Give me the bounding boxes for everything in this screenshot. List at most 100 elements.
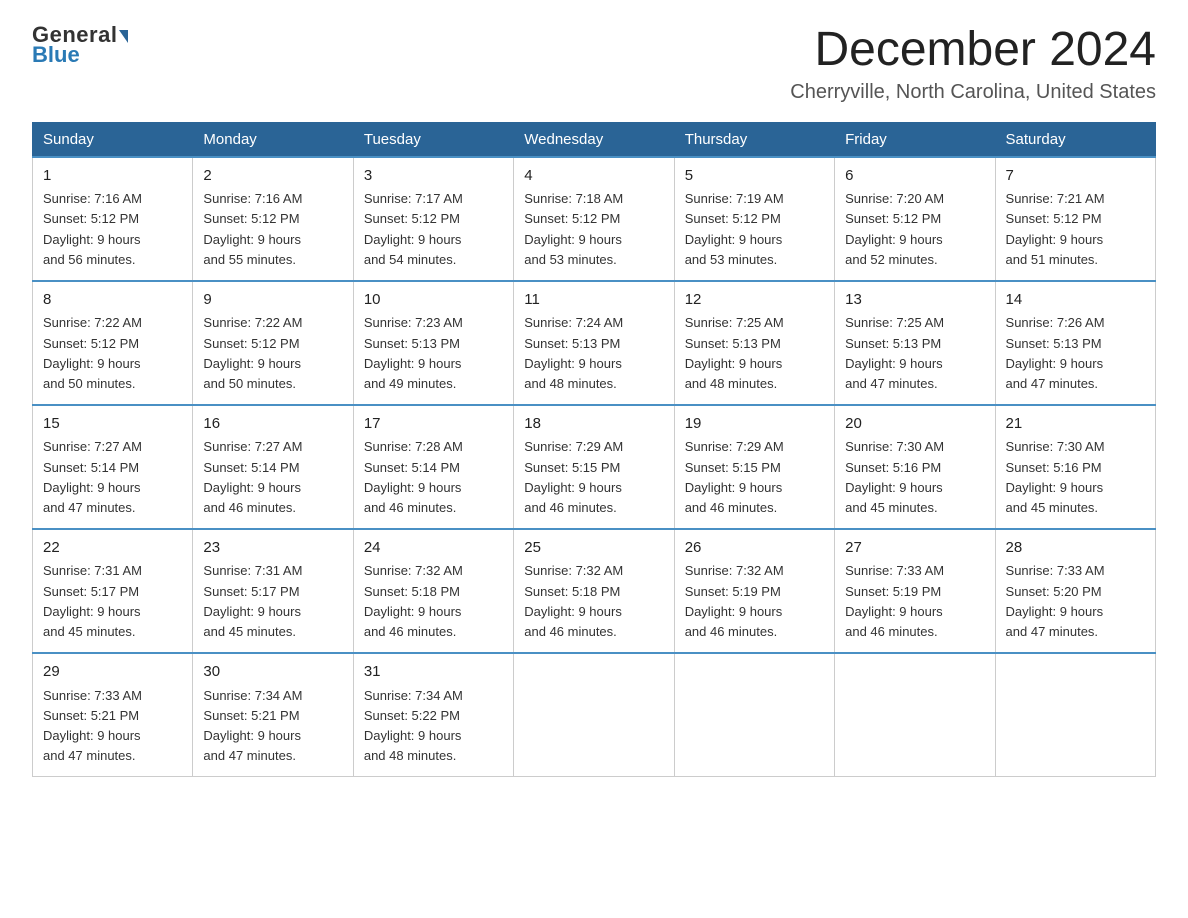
day-number: 12 (685, 289, 824, 312)
calendar-cell: 13Sunrise: 7:25 AMSunset: 5:13 PMDayligh… (835, 281, 995, 405)
calendar-cell: 15Sunrise: 7:27 AMSunset: 5:14 PMDayligh… (33, 405, 193, 529)
day-number: 24 (364, 537, 503, 560)
title-block: December 2024 Cherryville, North Carolin… (790, 24, 1156, 104)
day-number: 3 (364, 165, 503, 188)
page-header: General Blue December 2024 Cherryville, … (32, 24, 1156, 104)
logo-bottom: Blue (32, 44, 80, 66)
day-number: 10 (364, 289, 503, 312)
day-number: 8 (43, 289, 182, 312)
calendar-cell: 24Sunrise: 7:32 AMSunset: 5:18 PMDayligh… (353, 529, 513, 653)
logo: General Blue (32, 24, 128, 66)
day-number: 15 (43, 413, 182, 436)
day-info: Sunrise: 7:33 AMSunset: 5:19 PMDaylight:… (845, 561, 984, 642)
day-info: Sunrise: 7:31 AMSunset: 5:17 PMDaylight:… (203, 561, 342, 642)
day-info: Sunrise: 7:29 AMSunset: 5:15 PMDaylight:… (524, 437, 663, 518)
day-info: Sunrise: 7:33 AMSunset: 5:21 PMDaylight:… (43, 686, 182, 767)
day-info: Sunrise: 7:17 AMSunset: 5:12 PMDaylight:… (364, 189, 503, 270)
day-number: 29 (43, 661, 182, 684)
calendar-cell: 31Sunrise: 7:34 AMSunset: 5:22 PMDayligh… (353, 653, 513, 777)
calendar-cell: 21Sunrise: 7:30 AMSunset: 5:16 PMDayligh… (995, 405, 1155, 529)
weekday-header-row: SundayMondayTuesdayWednesdayThursdayFrid… (33, 122, 1156, 157)
weekday-header-monday: Monday (193, 122, 353, 157)
day-number: 6 (845, 165, 984, 188)
day-number: 7 (1006, 165, 1145, 188)
calendar-cell: 12Sunrise: 7:25 AMSunset: 5:13 PMDayligh… (674, 281, 834, 405)
calendar-cell: 3Sunrise: 7:17 AMSunset: 5:12 PMDaylight… (353, 157, 513, 281)
day-info: Sunrise: 7:34 AMSunset: 5:21 PMDaylight:… (203, 686, 342, 767)
day-info: Sunrise: 7:25 AMSunset: 5:13 PMDaylight:… (685, 313, 824, 394)
calendar-cell: 16Sunrise: 7:27 AMSunset: 5:14 PMDayligh… (193, 405, 353, 529)
day-number: 22 (43, 537, 182, 560)
calendar-cell: 17Sunrise: 7:28 AMSunset: 5:14 PMDayligh… (353, 405, 513, 529)
calendar-cell (835, 653, 995, 777)
day-number: 19 (685, 413, 824, 436)
logo-arrow-icon (119, 30, 128, 43)
calendar-cell: 19Sunrise: 7:29 AMSunset: 5:15 PMDayligh… (674, 405, 834, 529)
calendar-cell: 18Sunrise: 7:29 AMSunset: 5:15 PMDayligh… (514, 405, 674, 529)
day-number: 20 (845, 413, 984, 436)
day-info: Sunrise: 7:27 AMSunset: 5:14 PMDaylight:… (203, 437, 342, 518)
day-info: Sunrise: 7:21 AMSunset: 5:12 PMDaylight:… (1006, 189, 1145, 270)
day-number: 23 (203, 537, 342, 560)
weekday-header-saturday: Saturday (995, 122, 1155, 157)
day-info: Sunrise: 7:26 AMSunset: 5:13 PMDaylight:… (1006, 313, 1145, 394)
week-row-3: 15Sunrise: 7:27 AMSunset: 5:14 PMDayligh… (33, 405, 1156, 529)
month-title: December 2024 (790, 24, 1156, 77)
day-number: 27 (845, 537, 984, 560)
calendar-cell: 27Sunrise: 7:33 AMSunset: 5:19 PMDayligh… (835, 529, 995, 653)
day-number: 30 (203, 661, 342, 684)
day-number: 1 (43, 165, 182, 188)
day-info: Sunrise: 7:29 AMSunset: 5:15 PMDaylight:… (685, 437, 824, 518)
location-title: Cherryville, North Carolina, United Stat… (790, 81, 1156, 104)
day-info: Sunrise: 7:16 AMSunset: 5:12 PMDaylight:… (203, 189, 342, 270)
day-info: Sunrise: 7:25 AMSunset: 5:13 PMDaylight:… (845, 313, 984, 394)
day-info: Sunrise: 7:32 AMSunset: 5:19 PMDaylight:… (685, 561, 824, 642)
day-number: 2 (203, 165, 342, 188)
calendar-cell: 8Sunrise: 7:22 AMSunset: 5:12 PMDaylight… (33, 281, 193, 405)
day-info: Sunrise: 7:32 AMSunset: 5:18 PMDaylight:… (364, 561, 503, 642)
day-number: 21 (1006, 413, 1145, 436)
day-number: 25 (524, 537, 663, 560)
day-number: 31 (364, 661, 503, 684)
day-info: Sunrise: 7:19 AMSunset: 5:12 PMDaylight:… (685, 189, 824, 270)
day-info: Sunrise: 7:24 AMSunset: 5:13 PMDaylight:… (524, 313, 663, 394)
day-info: Sunrise: 7:34 AMSunset: 5:22 PMDaylight:… (364, 686, 503, 767)
calendar-cell: 29Sunrise: 7:33 AMSunset: 5:21 PMDayligh… (33, 653, 193, 777)
day-info: Sunrise: 7:27 AMSunset: 5:14 PMDaylight:… (43, 437, 182, 518)
day-number: 26 (685, 537, 824, 560)
weekday-header-tuesday: Tuesday (353, 122, 513, 157)
day-number: 14 (1006, 289, 1145, 312)
day-info: Sunrise: 7:23 AMSunset: 5:13 PMDaylight:… (364, 313, 503, 394)
calendar-cell: 2Sunrise: 7:16 AMSunset: 5:12 PMDaylight… (193, 157, 353, 281)
day-info: Sunrise: 7:30 AMSunset: 5:16 PMDaylight:… (1006, 437, 1145, 518)
week-row-2: 8 Sunrise: 7:22 AMSunset: 5:12 PMDaylight… (33, 281, 1156, 405)
day-number: 4 (524, 165, 663, 188)
calendar-cell: 28Sunrise: 7:33 AMSunset: 5:20 PMDayligh… (995, 529, 1155, 653)
day-number: 5 (685, 165, 824, 188)
calendar-cell: 9Sunrise: 7:22 AMSunset: 5:12 PMDaylight… (193, 281, 353, 405)
day-number: 18 (524, 413, 663, 436)
day-info: Sunrise: 7:30 AMSunset: 5:16 PMDaylight:… (845, 437, 984, 518)
day-info: Sunrise: 7:22 AMSunset: 5:12 PMDaylight:… (203, 313, 342, 394)
weekday-header-wednesday: Wednesday (514, 122, 674, 157)
calendar-cell: 5Sunrise: 7:19 AMSunset: 5:12 PMDaylight… (674, 157, 834, 281)
day-info: Sunrise: 7:33 AMSunset: 5:20 PMDaylight:… (1006, 561, 1145, 642)
week-row-1: 1 Sunrise: 7:16 AMSunset: 5:12 PMDaylight… (33, 157, 1156, 281)
calendar-cell: 30Sunrise: 7:34 AMSunset: 5:21 PMDayligh… (193, 653, 353, 777)
day-number: 9 (203, 289, 342, 312)
weekday-header-sunday: Sunday (33, 122, 193, 157)
calendar-cell: 10Sunrise: 7:23 AMSunset: 5:13 PMDayligh… (353, 281, 513, 405)
week-row-5: 29Sunrise: 7:33 AMSunset: 5:21 PMDayligh… (33, 653, 1156, 777)
weekday-header-friday: Friday (835, 122, 995, 157)
day-number: 28 (1006, 537, 1145, 560)
day-number: 13 (845, 289, 984, 312)
calendar-cell: 11Sunrise: 7:24 AMSunset: 5:13 PMDayligh… (514, 281, 674, 405)
day-info: Sunrise: 7:18 AMSunset: 5:12 PMDaylight:… (524, 189, 663, 270)
calendar-cell: 6Sunrise: 7:20 AMSunset: 5:12 PMDaylight… (835, 157, 995, 281)
calendar-cell: 14Sunrise: 7:26 AMSunset: 5:13 PMDayligh… (995, 281, 1155, 405)
calendar-cell (995, 653, 1155, 777)
calendar-cell (674, 653, 834, 777)
day-number: 16 (203, 413, 342, 436)
day-info: Sunrise: 7:31 AMSunset: 5:17 PMDaylight:… (43, 561, 182, 642)
day-number: 11 (524, 289, 663, 312)
